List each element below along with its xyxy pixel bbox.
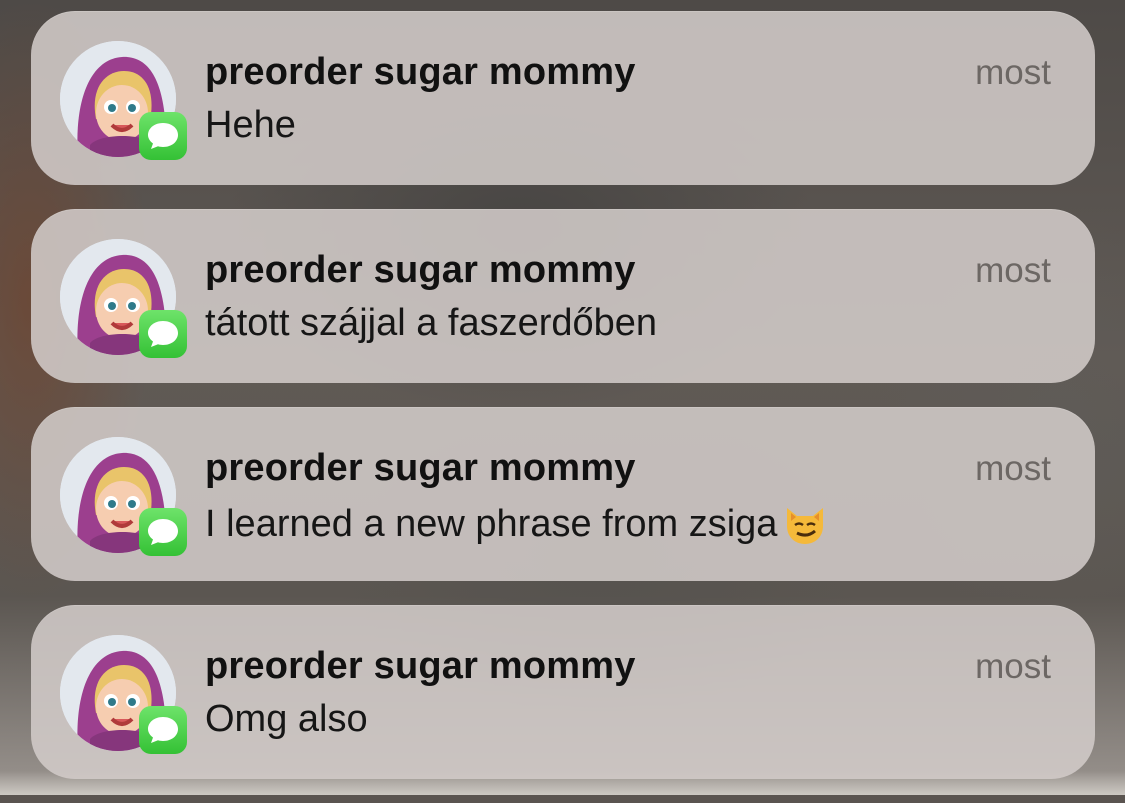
messages-icon xyxy=(139,112,187,160)
notification-card[interactable]: preorder sugar mommy most Omg also xyxy=(31,605,1095,779)
notification-card[interactable]: preorder sugar mommy most I learned a ne… xyxy=(31,407,1095,581)
notification-message: I learned a new phrase from zsiga xyxy=(205,502,778,545)
messages-icon xyxy=(139,706,187,754)
notification-message-row: Omg also xyxy=(205,698,368,741)
contact-avatar xyxy=(60,239,187,358)
contact-avatar xyxy=(60,437,187,556)
notification-card[interactable]: preorder sugar mommy most tátott szájjal… xyxy=(31,209,1095,383)
notification-message-row: tátott szájjal a faszerdőben xyxy=(205,302,657,345)
contact-avatar xyxy=(60,635,187,754)
notification-card[interactable]: preorder sugar mommy most Hehe xyxy=(31,11,1095,185)
notification-stack: preorder sugar mommy most Hehe preorder … xyxy=(31,11,1095,803)
smirking-cat-emoji-icon xyxy=(781,500,829,548)
notification-time: most xyxy=(975,251,1051,290)
notification-message: Omg also xyxy=(205,698,368,740)
notification-time: most xyxy=(975,53,1051,92)
notification-sender: preorder sugar mommy xyxy=(205,447,636,489)
messages-icon xyxy=(139,508,187,556)
notification-message: Hehe xyxy=(205,104,296,146)
messages-icon xyxy=(139,310,187,358)
notification-message-row: Hehe xyxy=(205,104,296,147)
notification-sender: preorder sugar mommy xyxy=(205,249,636,291)
notification-message-row: I learned a new phrase from zsiga xyxy=(205,500,829,548)
notification-sender: preorder sugar mommy xyxy=(205,645,636,687)
notification-sender: preorder sugar mommy xyxy=(205,51,636,93)
notification-time: most xyxy=(975,647,1051,686)
contact-avatar xyxy=(60,41,187,160)
notification-message: tátott szájjal a faszerdőben xyxy=(205,302,658,344)
notification-time: most xyxy=(975,449,1051,488)
